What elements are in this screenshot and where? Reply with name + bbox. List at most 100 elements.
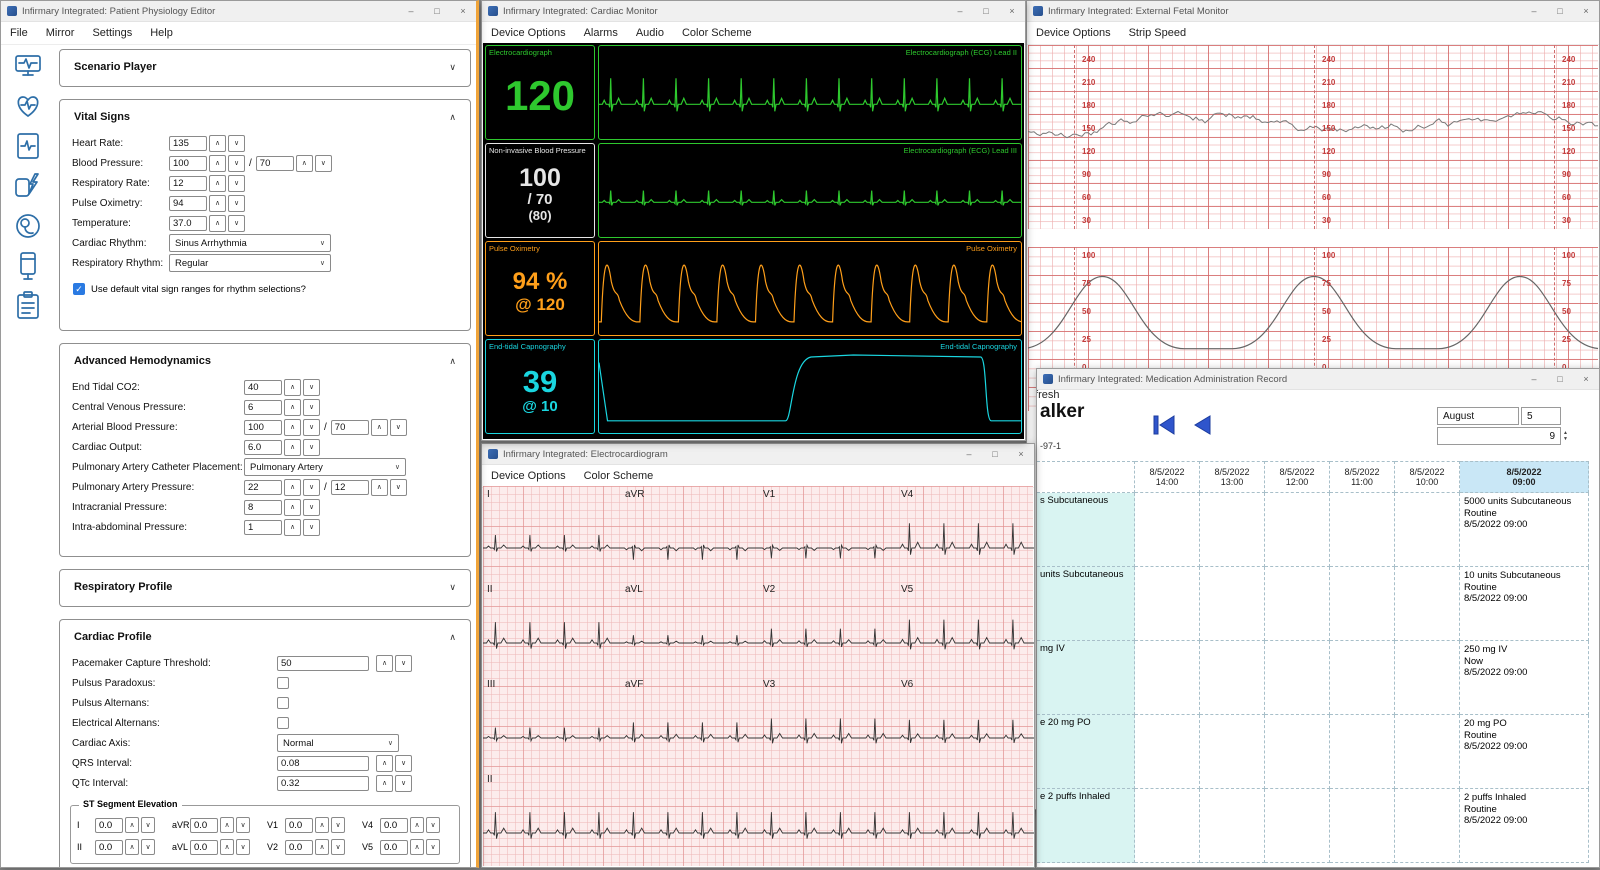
minimize-button[interactable]: –	[1521, 1, 1547, 21]
month-select[interactable]: August	[1437, 407, 1519, 425]
stepper-down-button[interactable]: ∨	[331, 817, 345, 833]
mar-empty-cell[interactable]	[1135, 789, 1200, 863]
mar-empty-cell[interactable]	[1265, 641, 1330, 715]
number-input[interactable]: 0.0	[380, 818, 408, 833]
number-input[interactable]: 6	[244, 400, 282, 415]
maximize-button[interactable]: □	[1547, 369, 1573, 389]
mar-empty-cell[interactable]	[1200, 493, 1265, 567]
mar-empty-cell[interactable]	[1200, 789, 1265, 863]
stepper-down-button[interactable]: ∨	[426, 839, 440, 855]
maximize-button[interactable]: □	[1547, 1, 1573, 21]
number-input[interactable]: 12	[331, 480, 369, 495]
number-input[interactable]: 0.0	[190, 818, 218, 833]
maximize-button[interactable]: □	[982, 444, 1008, 464]
stepper-up-button[interactable]: ∧	[125, 839, 139, 855]
mar-empty-cell[interactable]	[1135, 715, 1200, 789]
close-button[interactable]: ×	[1573, 369, 1599, 389]
patient-monitor-icon[interactable]	[11, 49, 47, 85]
stepper-up-button[interactable]: ∧	[284, 499, 301, 516]
minimize-button[interactable]: –	[947, 1, 973, 21]
defibrillator-icon[interactable]	[11, 169, 47, 205]
dropdown-cardiac-rhythm[interactable]: Sinus Arrhythmia∨	[169, 234, 331, 252]
number-input[interactable]: 0.0	[95, 840, 123, 855]
menu-device-options[interactable]: Device Options	[1027, 27, 1120, 39]
stepper-up-button[interactable]: ∧	[284, 419, 301, 436]
mar-empty-cell[interactable]	[1395, 715, 1460, 789]
mar-empty-cell[interactable]	[1200, 567, 1265, 641]
dropdown-pulmonary-artery-catheter-placement[interactable]: Pulmonary Artery∨	[244, 458, 406, 476]
mar-order-cell[interactable]: e 20 mg PO	[1037, 715, 1135, 789]
stepper-down-button[interactable]: ∨	[390, 479, 407, 496]
mar-empty-cell[interactable]	[1265, 493, 1330, 567]
close-button[interactable]: ×	[450, 1, 476, 21]
stepper-down-button[interactable]: ∨	[426, 817, 440, 833]
hour-spinner-input[interactable]: 9	[1437, 427, 1561, 445]
stepper-up-button[interactable]: ∧	[410, 839, 424, 855]
mar-order-cell[interactable]: e 2 puffs Inhaled	[1037, 789, 1135, 863]
mar-empty-cell[interactable]	[1330, 567, 1395, 641]
stepper-up-button[interactable]: ∧	[376, 655, 393, 672]
stepper-down-button[interactable]: ∨	[303, 399, 320, 416]
section-header[interactable]: Cardiac Profile ∧	[60, 620, 470, 651]
checkbox-pulsus-paradoxus[interactable]	[277, 677, 289, 689]
stepper-up-button[interactable]: ∧	[209, 155, 226, 172]
stepper-down-button[interactable]: ∨	[395, 775, 412, 792]
close-button[interactable]: ×	[1573, 1, 1599, 21]
titlebar[interactable]: Infirmary Integrated: Electrocardiogram …	[482, 444, 1034, 465]
stepper-down-button[interactable]: ∨	[228, 155, 245, 172]
menu-mirror[interactable]: Mirror	[37, 27, 84, 39]
medication-record-icon[interactable]	[11, 289, 47, 325]
section-header[interactable]: Respiratory Profile ∨	[60, 570, 470, 601]
mar-empty-cell[interactable]	[1200, 715, 1265, 789]
mar-empty-cell[interactable]	[1135, 641, 1200, 715]
number-input[interactable]: 40	[244, 380, 282, 395]
mar-empty-cell[interactable]	[1330, 641, 1395, 715]
stepper-down-button[interactable]: ∨	[236, 839, 250, 855]
skip-to-start-button[interactable]	[1149, 413, 1179, 437]
stepper-down-button[interactable]: ∨	[303, 419, 320, 436]
stepper-up-button[interactable]: ∧	[376, 775, 393, 792]
stepper-up-button[interactable]: ∧	[284, 399, 301, 416]
number-input[interactable]: 0.0	[285, 840, 313, 855]
menu-color-scheme[interactable]: Color Scheme	[673, 27, 761, 39]
mar-empty-cell[interactable]	[1395, 493, 1460, 567]
menu-color-scheme[interactable]: Color Scheme	[575, 470, 663, 482]
menu-device-options[interactable]: Device Options	[482, 27, 575, 39]
stepper-down-button[interactable]: ∨	[236, 817, 250, 833]
number-input[interactable]: 100	[244, 420, 282, 435]
mar-empty-cell[interactable]	[1265, 789, 1330, 863]
minimize-button[interactable]: –	[956, 444, 982, 464]
number-input[interactable]: 94	[169, 196, 207, 211]
stepper-up-button[interactable]: ∧	[410, 817, 424, 833]
fetal-monitor-icon[interactable]	[11, 209, 47, 245]
stepper-up-button[interactable]: ∧	[371, 419, 388, 436]
mar-empty-cell[interactable]	[1330, 789, 1395, 863]
number-input[interactable]: 8	[244, 500, 282, 515]
number-input[interactable]: 1	[244, 520, 282, 535]
number-input[interactable]: 0.0	[190, 840, 218, 855]
number-input[interactable]: 135	[169, 136, 207, 151]
stepper-up-button[interactable]: ∧	[315, 817, 329, 833]
stepper-down-button[interactable]: ∨	[228, 195, 245, 212]
number-input[interactable]: 37.0	[169, 216, 207, 231]
stepper-up-button[interactable]: ∧	[209, 195, 226, 212]
menu-file[interactable]: File	[1, 27, 37, 39]
menu-alarms[interactable]: Alarms	[575, 27, 627, 39]
section-header[interactable]: Vital Signs ∧	[60, 100, 470, 131]
previous-button[interactable]	[1189, 413, 1215, 437]
stepper-down-button[interactable]: ∨	[303, 519, 320, 536]
section-header[interactable]: Scenario Player ∨	[60, 50, 470, 81]
mar-empty-cell[interactable]	[1265, 567, 1330, 641]
mar-empty-cell[interactable]	[1395, 641, 1460, 715]
stepper-up-button[interactable]: ∧	[371, 479, 388, 496]
menu-strip-speed[interactable]: Strip Speed	[1120, 27, 1195, 39]
stepper-down-button[interactable]: ∨	[228, 135, 245, 152]
mar-empty-cell[interactable]	[1200, 641, 1265, 715]
stepper-up-button[interactable]: ∧	[284, 479, 301, 496]
mar-order-cell[interactable]: s Subcutaneous	[1037, 493, 1135, 567]
titlebar[interactable]: Infirmary Integrated: Patient Physiology…	[1, 1, 476, 22]
iv-pump-icon[interactable]	[11, 249, 47, 285]
number-input[interactable]: 0.0	[380, 840, 408, 855]
stepper-up-button[interactable]: ∧	[284, 519, 301, 536]
stepper-up-button[interactable]: ∧	[220, 817, 234, 833]
